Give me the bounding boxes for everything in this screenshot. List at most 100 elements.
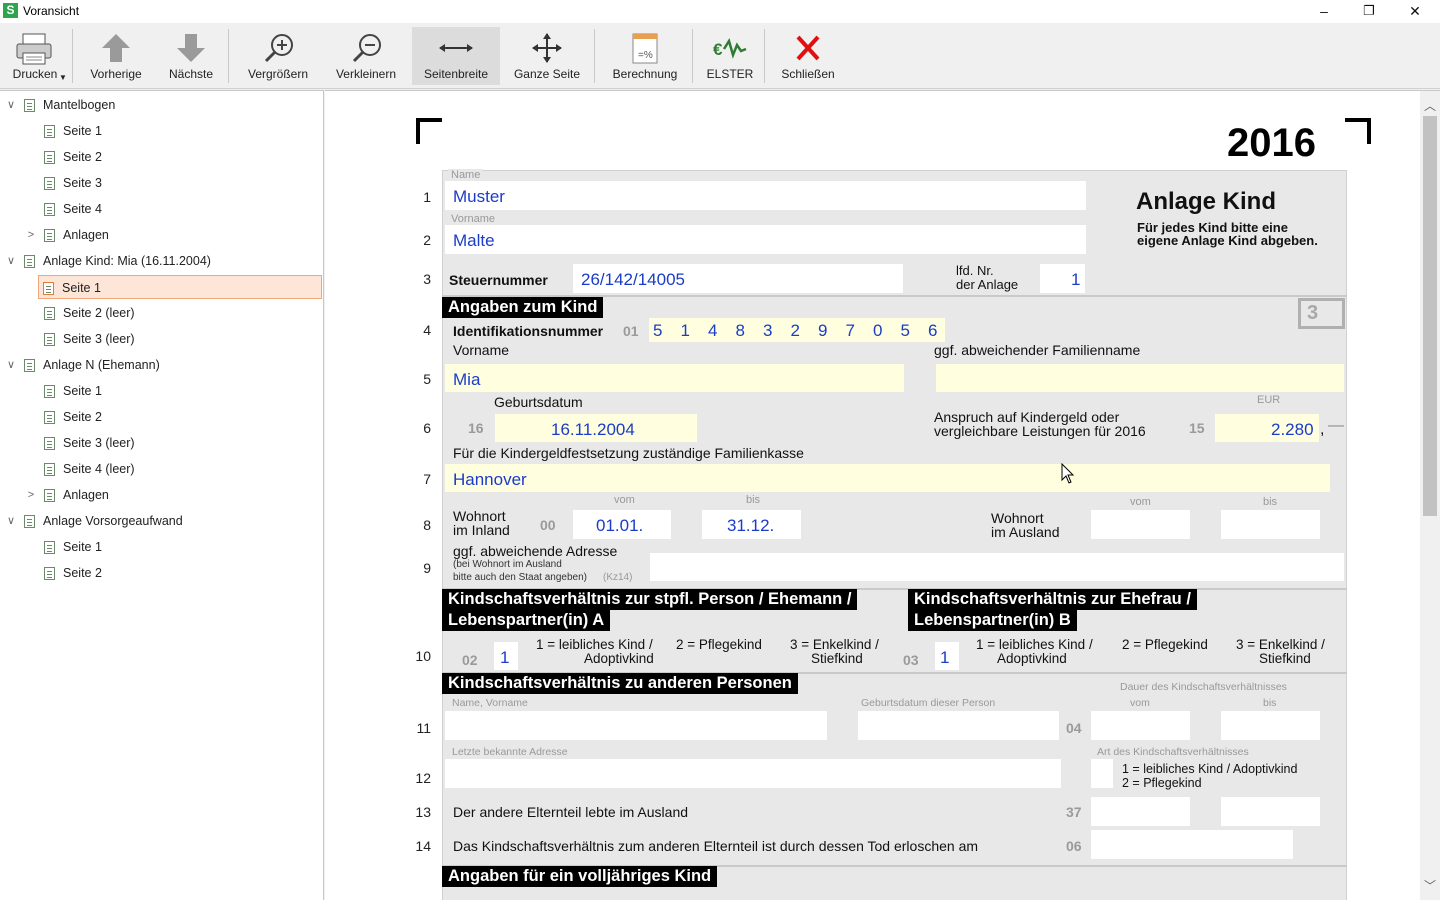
- chevron-down-icon[interactable]: ∨: [5, 249, 17, 273]
- familienkasse-field[interactable]: [445, 464, 1330, 492]
- tree-item-label: Anlagen: [63, 228, 109, 242]
- next-button[interactable]: Nächste: [156, 27, 226, 85]
- ausland-label-2: im Ausland: [991, 524, 1060, 540]
- tree-item[interactable]: Seite 1: [38, 275, 322, 299]
- ausland-vom-field[interactable]: [1091, 510, 1190, 539]
- ausland-bis-field[interactable]: [1221, 510, 1320, 539]
- tree-item[interactable]: Seite 3 (leer): [44, 327, 135, 351]
- a-opt3-2: Stiefkind: [811, 651, 863, 666]
- row-number: 3: [423, 271, 431, 287]
- steuernummer-value: 26/142/14005: [581, 270, 685, 289]
- tree-item[interactable]: Seite 1: [44, 379, 102, 403]
- tree-item[interactable]: Seite 2 (leer): [44, 301, 135, 325]
- chevron-down-icon[interactable]: ∨: [5, 353, 17, 377]
- tree-item[interactable]: Anlage Vorsorgeaufwand: [24, 509, 183, 533]
- adresse-note-code: (Kz14): [603, 572, 633, 583]
- document-icon: [24, 255, 35, 269]
- geburtsdatum-code: 16: [468, 420, 484, 436]
- tree-item[interactable]: Anlage N (Ehemann): [24, 353, 160, 377]
- tree-item-label: Seite 2: [63, 566, 102, 580]
- page-width-button[interactable]: Seitenbreite: [412, 27, 500, 85]
- kind-vorname-field[interactable]: [445, 364, 904, 392]
- tree-item-label: Anlage Kind: Mia (16.11.2004): [43, 254, 211, 268]
- tree-item-label: Seite 4 (leer): [63, 462, 135, 476]
- geb-person-field[interactable]: [858, 711, 1059, 740]
- letzte-adresse-field[interactable]: [445, 759, 1061, 788]
- a-opt1-2: Adoptivkind: [584, 651, 654, 666]
- previous-label: Vorherige: [90, 67, 142, 81]
- minimize-button[interactable]: –: [1301, 0, 1347, 23]
- scroll-down-icon[interactable]: ﹀: [1420, 877, 1440, 894]
- tree-item[interactable]: Mantelbogen: [24, 93, 115, 117]
- name-field[interactable]: [445, 181, 1086, 210]
- document-icon: [44, 177, 55, 191]
- zoom-out-button[interactable]: Verkleinern: [326, 27, 406, 85]
- tree-item[interactable]: Anlage Kind: Mia (16.11.2004): [24, 249, 211, 273]
- familienname-field[interactable]: [936, 364, 1344, 392]
- name-value: Muster: [453, 187, 505, 206]
- idnr-digit: 3: [763, 321, 773, 340]
- elster-button[interactable]: € ELSTER: [700, 27, 760, 85]
- tree-item-label: Seite 2 (leer): [63, 306, 135, 320]
- inland-label-1: Wohnort: [453, 508, 506, 524]
- whole-page-button[interactable]: Ganze Seite: [504, 27, 590, 85]
- tree-item[interactable]: Seite 2: [44, 405, 102, 429]
- andere-bis-field[interactable]: [1221, 711, 1320, 740]
- letzte-adresse-label: Letzte bekannte Adresse: [449, 746, 571, 758]
- row-number: 2: [423, 232, 431, 248]
- tree-item-label: Seite 3: [63, 176, 102, 190]
- kindergeld-dash: —: [1328, 417, 1344, 434]
- close-window-button[interactable]: ✕: [1392, 0, 1438, 23]
- ausland-eltern-bis-field[interactable]: [1221, 797, 1320, 826]
- section-b-header-1: Kindschaftsverhältnis zur Ehefrau /: [908, 589, 1197, 610]
- tree-item[interactable]: Seite 3: [44, 171, 102, 195]
- vertical-scrollbar[interactable]: ︿ ﹀: [1420, 90, 1440, 900]
- tree-item[interactable]: Seite 4 (leer): [44, 457, 135, 481]
- andere-vom-field[interactable]: [1091, 711, 1190, 740]
- name-vorname-field[interactable]: [445, 711, 827, 740]
- tree-item[interactable]: Seite 3 (leer): [44, 431, 135, 455]
- scroll-up-icon[interactable]: ︿: [1420, 97, 1440, 114]
- a-opt1-1: 1 = leibliches Kind /: [536, 637, 653, 652]
- chevron-down-icon[interactable]: ∨: [5, 93, 17, 117]
- tree-item[interactable]: Seite 1: [44, 535, 102, 559]
- dauer-label: Dauer des Kindschaftsverhältnisses: [1120, 681, 1287, 693]
- chevron-right-icon[interactable]: >: [25, 223, 37, 247]
- print-button[interactable]: Drucken ▼: [6, 27, 67, 85]
- zoom-in-button[interactable]: Vergrößern: [236, 27, 320, 85]
- calculation-button[interactable]: =% Berechnung: [602, 27, 688, 85]
- page-preview: 2016 1 2 3 4 5 6 7 8 9 10 11 12 13 14 Name Muster Vor…: [325, 90, 1420, 900]
- tree-item[interactable]: Seite 1: [44, 119, 102, 143]
- zoom-in-label: Vergrößern: [247, 67, 309, 81]
- tree-item[interactable]: Seite 2: [44, 561, 102, 585]
- idnr-digit: 2: [790, 321, 800, 340]
- print-label: Drucken: [12, 67, 58, 81]
- andere-vom-label: vom: [1130, 697, 1150, 709]
- scrollbar-thumb[interactable]: [1423, 116, 1437, 516]
- tree-item-label: Mantelbogen: [43, 98, 116, 112]
- tree-item-label: Seite 2: [63, 410, 102, 424]
- art-field[interactable]: [1091, 759, 1113, 788]
- lfd-nr-label-1: lfd. Nr.: [956, 263, 994, 278]
- chevron-down-icon[interactable]: ∨: [5, 509, 17, 533]
- ausland-eltern-vom-field[interactable]: [1091, 797, 1190, 826]
- b-opt3-2: Stiefkind: [1259, 651, 1311, 666]
- tree-item[interactable]: Anlagen: [44, 483, 109, 507]
- tree-item[interactable]: Seite 4: [44, 197, 102, 221]
- maximize-button[interactable]: ❐: [1346, 0, 1392, 23]
- tod-field[interactable]: [1091, 830, 1293, 859]
- vorname-field[interactable]: [445, 225, 1086, 254]
- close-button[interactable]: Schließen: [772, 27, 844, 85]
- form-title: Anlage Kind: [1136, 188, 1277, 215]
- chevron-right-icon[interactable]: >: [25, 483, 37, 507]
- tree-item[interactable]: Anlagen: [44, 223, 109, 247]
- arrow-up-icon: [102, 34, 130, 62]
- tree-item[interactable]: Seite 2: [44, 145, 102, 169]
- title-bar: S Voransicht – ❐ ✕: [0, 0, 1440, 23]
- document-icon: [44, 489, 55, 503]
- kind-vorname-label: Vorname: [453, 342, 510, 358]
- chevron-down-icon: ▼: [59, 73, 67, 82]
- inland-label-2: im Inland: [453, 522, 510, 538]
- previous-button[interactable]: Vorherige: [80, 27, 152, 85]
- adresse-field[interactable]: [650, 553, 1344, 581]
